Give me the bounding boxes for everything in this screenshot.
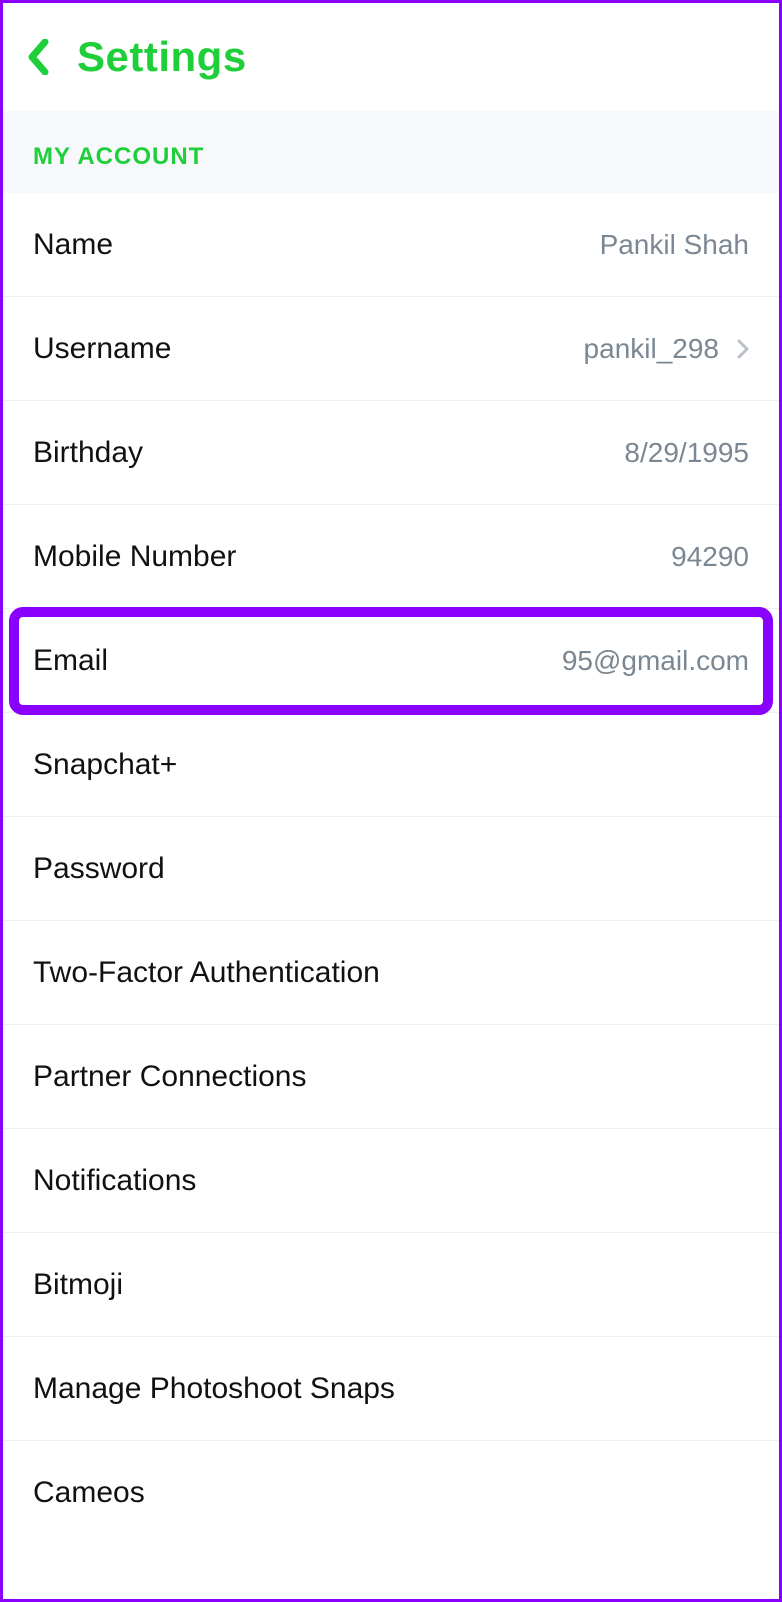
settings-list: Name Pankil Shah Username pankil_298 Bir… [3,193,779,1545]
back-chevron-icon[interactable] [27,39,49,75]
row-snapchat-plus-label: Snapchat+ [33,748,177,782]
row-email-value: 95@gmail.com [562,645,749,677]
settings-header: Settings [3,3,779,111]
section-header-my-account: MY ACCOUNT [3,111,779,193]
row-birthday-value: 8/29/1995 [624,437,749,469]
row-snapchat-plus[interactable]: Snapchat+ [3,713,779,817]
page-title: Settings [77,33,247,81]
row-birthday[interactable]: Birthday 8/29/1995 [3,401,779,505]
row-bitmoji-label: Bitmoji [33,1268,123,1302]
row-username-value: pankil_298 [584,333,749,365]
row-name[interactable]: Name Pankil Shah [3,193,779,297]
row-photoshoot-label: Manage Photoshoot Snaps [33,1372,395,1406]
row-email-label: Email [33,644,108,678]
row-password-label: Password [33,852,165,886]
row-birthday-label: Birthday [33,436,143,470]
row-mobile-value: 94290 [671,541,749,573]
row-mobile-number[interactable]: Mobile Number 94290 [3,505,779,609]
row-cameos-label: Cameos [33,1476,145,1510]
row-username-value-text: pankil_298 [584,333,719,365]
row-notifications-label: Notifications [33,1164,196,1198]
row-partner-label: Partner Connections [33,1060,307,1094]
row-notifications[interactable]: Notifications [3,1129,779,1233]
row-partner-connections[interactable]: Partner Connections [3,1025,779,1129]
row-name-label: Name [33,228,113,262]
row-manage-photoshoot[interactable]: Manage Photoshoot Snaps [3,1337,779,1441]
row-email[interactable]: Email 95@gmail.com [3,609,779,713]
row-username-label: Username [33,332,171,366]
chevron-right-icon [737,339,749,359]
row-bitmoji[interactable]: Bitmoji [3,1233,779,1337]
row-mobile-label: Mobile Number [33,540,236,574]
row-password[interactable]: Password [3,817,779,921]
row-username[interactable]: Username pankil_298 [3,297,779,401]
row-two-factor[interactable]: Two-Factor Authentication [3,921,779,1025]
row-cameos[interactable]: Cameos [3,1441,779,1545]
row-two-factor-label: Two-Factor Authentication [33,956,380,990]
row-name-value: Pankil Shah [600,229,749,261]
